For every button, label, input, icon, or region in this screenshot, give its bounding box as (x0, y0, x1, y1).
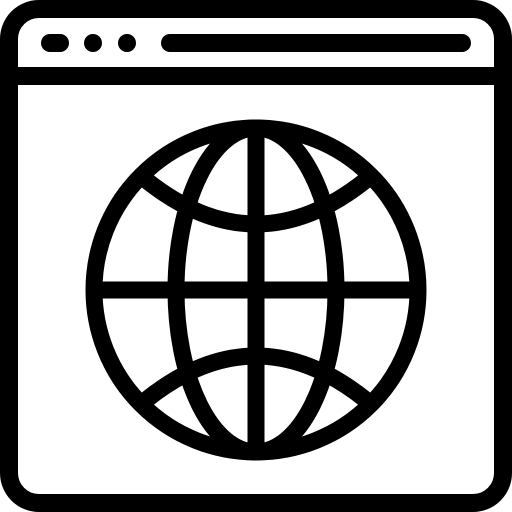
browser-window-icon (0, 0, 512, 512)
browser-window-svg (0, 0, 512, 512)
window-control-dot-2 (84, 34, 102, 52)
window-control-dot-3 (118, 34, 136, 52)
globe-icon (85, 119, 427, 461)
